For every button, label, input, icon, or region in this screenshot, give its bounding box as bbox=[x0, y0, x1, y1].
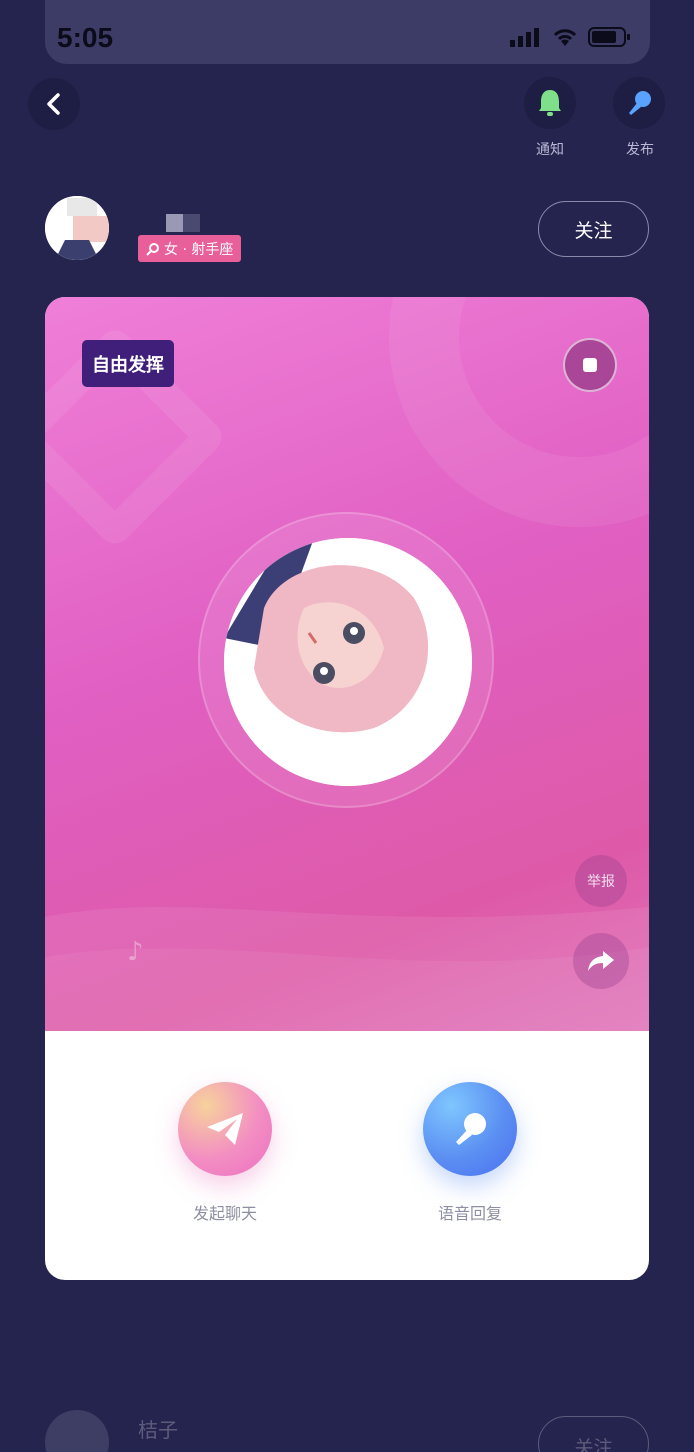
follow-button[interactable]: 关注 bbox=[538, 201, 649, 257]
share-button[interactable] bbox=[573, 933, 629, 989]
avatar[interactable] bbox=[45, 196, 109, 260]
female-icon bbox=[146, 242, 159, 256]
voice-reply-action[interactable]: 语音回复 bbox=[410, 1082, 530, 1224]
next-item-avatar bbox=[45, 1410, 109, 1452]
microphone-icon bbox=[456, 1113, 486, 1145]
back-button[interactable] bbox=[28, 78, 80, 130]
notify-label: 通知 bbox=[536, 142, 564, 158]
tag-text: 女 · 射手座 bbox=[164, 241, 234, 258]
publish-label: 发布 bbox=[626, 142, 654, 158]
mode-badge: 自由发挥 bbox=[82, 340, 174, 387]
wifi-icon bbox=[553, 29, 577, 46]
card-header-area: 自由发挥 举报 ♪ bbox=[45, 297, 649, 1031]
paper-plane-icon bbox=[207, 1113, 243, 1145]
chat-button[interactable] bbox=[178, 1082, 272, 1176]
voice-card: 自由发挥 举报 ♪ 发起聊天 语音回复 bbox=[45, 297, 649, 1280]
voice-reply-label: 语音回复 bbox=[437, 1204, 502, 1223]
chevron-left-icon bbox=[47, 93, 60, 115]
next-item-preview: 桔子 关注 bbox=[45, 1410, 649, 1452]
microphone-icon bbox=[629, 91, 651, 115]
chat-action[interactable]: 发起聊天 bbox=[165, 1082, 285, 1224]
status-time: 5:05 bbox=[57, 22, 114, 53]
avatar-image bbox=[45, 196, 109, 260]
share-icon bbox=[588, 951, 614, 971]
voice-reply-button[interactable] bbox=[423, 1082, 517, 1176]
username-blurred bbox=[166, 214, 200, 232]
bell-icon bbox=[539, 90, 561, 116]
gender-zodiac-tag: 女 · 射手座 bbox=[138, 235, 242, 262]
chat-label: 发起聊天 bbox=[192, 1204, 257, 1223]
notify-button[interactable] bbox=[524, 77, 576, 129]
next-item-follow-button[interactable]: 关注 bbox=[538, 1416, 649, 1452]
portrait-image[interactable] bbox=[224, 538, 472, 786]
battery-icon bbox=[588, 27, 630, 47]
status-icons bbox=[510, 26, 632, 48]
next-item-name: 桔子 bbox=[138, 1418, 178, 1442]
report-button[interactable]: 举报 bbox=[575, 855, 627, 907]
music-note-icon: ♪ bbox=[127, 937, 144, 967]
stop-icon bbox=[583, 358, 597, 372]
stop-button[interactable] bbox=[563, 338, 617, 392]
portrait-illustration bbox=[224, 538, 472, 786]
publish-button[interactable] bbox=[613, 77, 665, 129]
decor-circle bbox=[389, 297, 649, 527]
signal-icon bbox=[510, 28, 539, 47]
status-bar: 5:05 bbox=[45, 0, 650, 64]
